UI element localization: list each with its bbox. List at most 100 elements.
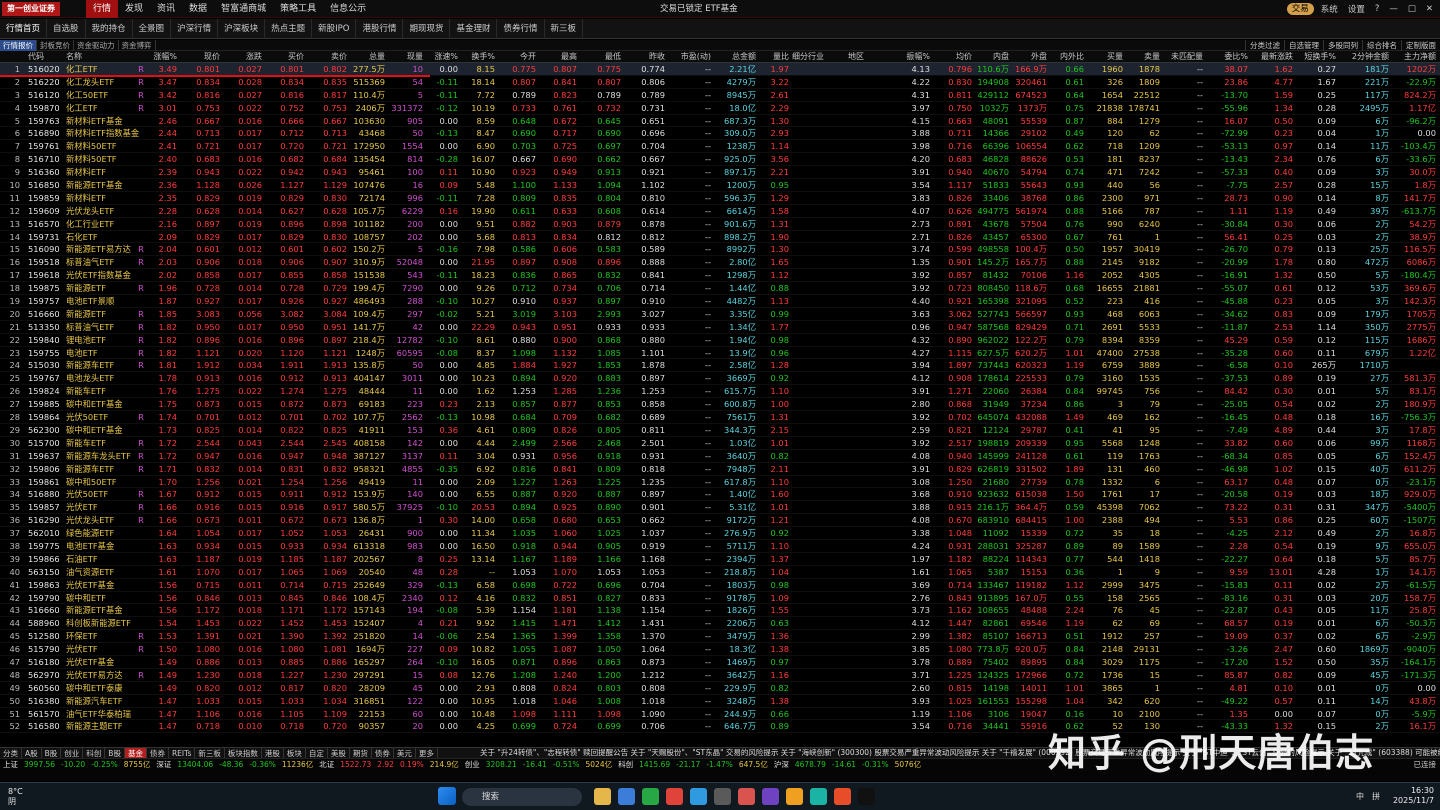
- table-row[interactable]: 2 516220 化工龙头ETF R 3.47 0.834 0.028 0.834 0.835 5…: [0, 76, 1440, 89]
- table-row[interactable]: 20 516660 新能源ETF R 1.85 3.083 0.056 3.082 3.084 1…: [0, 308, 1440, 321]
- column-header[interactable]: 最低: [578, 51, 621, 63]
- column-header[interactable]: 卖价: [306, 51, 347, 63]
- table-row[interactable]: 44 588960 科创板新能源ETF 1.54 1.453 0.022 1.452 1.45…: [0, 617, 1440, 631]
- table-row[interactable]: 27 159885 碳中和ETF基金 1.75 0.873 0.015 0.872 0.873…: [0, 398, 1440, 412]
- menu-item[interactable]: 数据: [182, 0, 214, 18]
- table-row[interactable]: 41 159863 光伏ETF基金 1.56 0.715 0.011 0.714 0.715 2…: [0, 579, 1440, 592]
- pinned-app-icon[interactable]: [810, 788, 827, 805]
- maximize-icon[interactable]: □: [1405, 4, 1419, 14]
- subtab[interactable]: 期现现货: [403, 18, 451, 39]
- pinned-app-icon[interactable]: [690, 788, 707, 805]
- taskbar-search[interactable]: 搜索: [462, 788, 582, 806]
- table-row[interactable]: 50 516380 新能源汽车ETF 1.47 1.033 0.015 1.033 1.034…: [0, 695, 1440, 708]
- market-tab[interactable]: 自定: [306, 747, 328, 759]
- menu-item[interactable]: 信息公示: [323, 0, 373, 18]
- column-header[interactable]: 代码: [28, 51, 64, 63]
- market-tab[interactable]: 美元: [394, 747, 416, 759]
- column-header[interactable]: 外盘: [1010, 51, 1047, 63]
- column-header[interactable]: 涨幅%: [144, 51, 177, 63]
- index-name[interactable]: 深证: [153, 759, 174, 770]
- subtab[interactable]: 新三板: [545, 18, 584, 39]
- column-header[interactable]: 2分钟金额: [1337, 51, 1389, 63]
- pinned-app-icon[interactable]: [714, 788, 731, 805]
- pinned-app-icon[interactable]: [738, 788, 755, 805]
- table-row[interactable]: 6 516890 新材料ETF指数基金 2.44 0.713 0.017 0.712 0.71…: [0, 127, 1440, 141]
- ime-mode[interactable]: 拼: [1372, 791, 1380, 802]
- column-header[interactable]: 内盘: [973, 51, 1009, 63]
- table-row[interactable]: 37 562010 绿色能源ETF 1.64 1.054 0.017 1.052 1.053 2…: [0, 527, 1440, 540]
- view-action[interactable]: 定制版面: [1401, 40, 1440, 51]
- subtab[interactable]: 沪深板块: [218, 18, 266, 39]
- market-tab[interactable]: 板块: [284, 747, 306, 759]
- weather-widget[interactable]: 8°C 阴: [8, 787, 23, 807]
- table-row[interactable]: 31 159637 新能源车龙头ETF R 1.72 0.947 0.016 0.947 0.9…: [0, 450, 1440, 463]
- table-row[interactable]: 12 159609 光伏龙头ETF 2.28 0.628 0.014 0.627 0.628 1…: [0, 205, 1440, 218]
- table-row[interactable]: 47 516180 光伏ETF基金 1.49 0.886 0.013 0.885 0.886 1…: [0, 656, 1440, 669]
- market-tab[interactable]: B股: [105, 747, 125, 759]
- column-header[interactable]: 昨收: [622, 51, 665, 63]
- market-tab[interactable]: REITs: [169, 747, 196, 759]
- table-row[interactable]: 28 159864 光伏50ETF R 1.74 0.701 0.012 0.701 0.702…: [0, 411, 1440, 424]
- table-row[interactable]: 45 512580 环保ETF R 1.53 1.391 0.021 1.390 1.392 25…: [0, 630, 1440, 644]
- table-row[interactable]: 51 561570 油气ETF华泰柏瑞 1.47 1.106 0.016 1.105 1.10…: [0, 708, 1440, 721]
- subtab[interactable]: 我的持仓: [86, 18, 133, 39]
- pinned-app-icon[interactable]: [834, 788, 851, 805]
- trade-button[interactable]: 交易: [1286, 3, 1314, 15]
- view-tab[interactable]: 封板竞价: [37, 40, 74, 51]
- table-row[interactable]: 7 159761 新材料50ETF 2.41 0.721 0.017 0.720 0.721 1…: [0, 140, 1440, 154]
- table-row[interactable]: 32 159806 新能源车ETF R 1.71 0.832 0.014 0.831 0.832…: [0, 463, 1440, 476]
- column-header[interactable]: 内外比: [1048, 51, 1084, 63]
- view-action[interactable]: 自选管理: [1284, 40, 1323, 51]
- start-icon[interactable]: [438, 787, 456, 805]
- column-header[interactable]: 买价: [264, 51, 304, 63]
- view-action[interactable]: 综合排名: [1362, 40, 1401, 51]
- table-row[interactable]: 23 159755 电池ETF R 1.82 1.121 0.020 1.120 1.121 12…: [0, 347, 1440, 360]
- table-row[interactable]: 11 159859 新材料ETF 2.35 0.829 0.019 0.829 0.830 72…: [0, 192, 1440, 205]
- market-tab[interactable]: 港股: [262, 747, 284, 759]
- subtab[interactable]: 基金理财: [450, 18, 498, 39]
- market-tab[interactable]: 科创: [83, 747, 106, 759]
- table-row[interactable]: 5 159763 新材料ETF基金 2.46 0.667 0.016 0.666 0.667 1…: [0, 115, 1440, 128]
- table-row[interactable]: 1 516020 化工ETF R 3.49 0.801 0.027 0.801 0.802 277…: [0, 63, 1440, 76]
- column-header[interactable]: 振幅%: [890, 51, 930, 63]
- table-row[interactable]: 8 516710 新材料50ETF 2.40 0.683 0.016 0.682 0.684 1…: [0, 153, 1440, 167]
- table-row[interactable]: 35 159857 光伏ETF R 1.66 0.916 0.015 0.916 0.917 58…: [0, 501, 1440, 515]
- view-action[interactable]: 分类过滤: [1245, 40, 1284, 51]
- table-row[interactable]: 9 516360 新材料ETF 2.39 0.943 0.022 0.942 0.943 954…: [0, 166, 1440, 180]
- subtab[interactable]: 热点主题: [265, 18, 313, 39]
- table-row[interactable]: 46 515790 光伏ETF R 1.50 1.080 0.016 1.080 1.081 16…: [0, 643, 1440, 656]
- market-tab[interactable]: 新三板: [195, 747, 225, 759]
- help-icon[interactable]: ?: [1372, 4, 1383, 14]
- table-row[interactable]: 3 516120 化工50ETF R 3.42 0.816 0.027 0.816 0.817 1…: [0, 89, 1440, 102]
- menu-item[interactable]: 策略工具: [273, 0, 323, 18]
- view-action[interactable]: 多股同列: [1323, 40, 1362, 51]
- settings-menu[interactable]: 设置: [1345, 3, 1368, 15]
- table-row[interactable]: 39 159866 石油ETF 1.63 1.187 0.019 1.185 1.187 202…: [0, 553, 1440, 566]
- table-row[interactable]: 15 516090 新能源ETF易方达 R 2.04 0.601 0.012 0.601 0.6…: [0, 243, 1440, 257]
- table-row[interactable]: 33 159861 碳中和50ETF 1.70 1.256 0.021 1.254 1.256…: [0, 476, 1440, 489]
- view-tab[interactable]: 资金驱动力: [74, 40, 119, 51]
- column-header[interactable]: 主力净额: [1390, 51, 1436, 63]
- pinned-app-icon[interactable]: [642, 788, 659, 805]
- column-header[interactable]: 量比: [757, 51, 789, 63]
- system-clock[interactable]: 16:30 2025/11/7: [1393, 786, 1434, 806]
- market-tab[interactable]: 更多: [416, 747, 438, 759]
- column-header[interactable]: 细分行业: [792, 51, 837, 63]
- column-header[interactable]: 最新涨跌: [1249, 51, 1293, 63]
- index-name[interactable]: 创业: [462, 759, 483, 770]
- column-header[interactable]: 最高: [537, 51, 577, 63]
- system-menu[interactable]: 系统: [1318, 3, 1341, 15]
- pinned-app-icon[interactable]: [666, 788, 683, 805]
- table-row[interactable]: 26 159824 新能车ETF 1.76 1.275 0.022 1.274 1.275 48…: [0, 385, 1440, 399]
- column-header[interactable]: 涨跌: [222, 51, 262, 63]
- table-row[interactable]: 13 516570 化工行业ETF 2.16 0.897 0.019 0.896 0.898 1…: [0, 218, 1440, 231]
- market-tab[interactable]: 美股: [328, 747, 350, 759]
- table-row[interactable]: 29 562300 碳中和ETF基金 1.73 0.825 0.014 0.822 0.825…: [0, 424, 1440, 437]
- index-name[interactable]: 上证: [0, 759, 21, 770]
- column-header[interactable]: 短换手%: [1294, 51, 1336, 63]
- table-row[interactable]: 18 159875 新能源ETF R 1.96 0.728 0.014 0.728 0.729 1…: [0, 282, 1440, 296]
- market-tab[interactable]: 期货: [350, 747, 372, 759]
- column-header[interactable]: 市盈(动): [666, 51, 711, 63]
- market-tab[interactable]: 债券: [147, 747, 169, 759]
- pinned-app-icon[interactable]: [762, 788, 779, 805]
